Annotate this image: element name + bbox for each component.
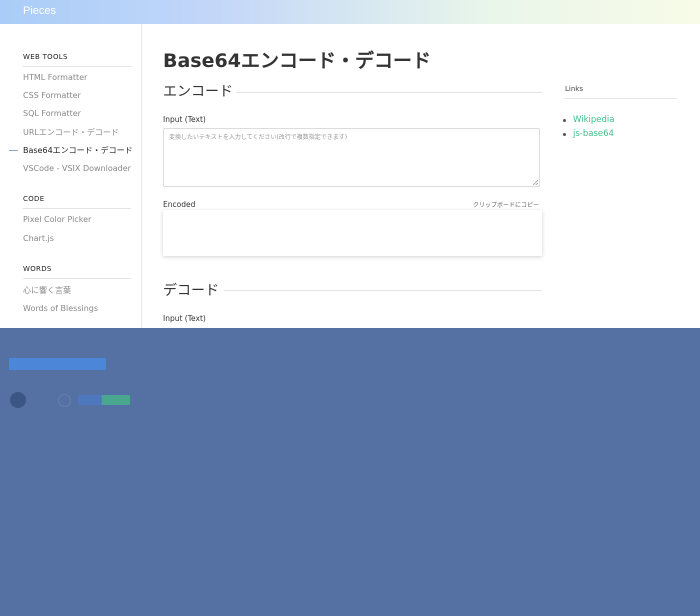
section-divider [236,92,542,93]
sidebar-item-url-encode[interactable]: URLエンコード・デコード [23,127,119,138]
sidebar-item-pixel-color-picker[interactable]: Pixel Color Picker [23,215,91,224]
obscured-avatar [10,392,26,408]
sidebar-item-sql-formatter[interactable]: SQL Formatter [23,109,81,118]
modal-overlay[interactable] [0,328,700,616]
link-wikipedia[interactable]: Wikipedia [563,115,615,125]
sidebar: WEB TOOLS HTML Formatter CSS Formatter S… [0,24,142,328]
link-js-base64-label: js-base64 [573,129,614,139]
active-indicator [9,150,18,151]
encode-heading: エンコード [163,84,233,100]
sidebar-item-vsix-downloader[interactable]: VSCode - VSIX Downloader [23,164,131,173]
links-panel: Links Wikipedia js-base64 [563,85,677,139]
top-bar: Pieces [0,0,700,24]
brand-logo[interactable]: Pieces [23,5,56,17]
sidebar-section-words: WORDS [23,265,52,273]
links-divider [565,98,677,99]
sidebar-item-html-formatter[interactable]: HTML Formatter [23,73,87,82]
page-title: Base64エンコード・デコード [163,50,431,72]
links-title: Links [565,85,583,93]
copy-to-clipboard-link[interactable]: クリップボードにコピー [473,200,539,209]
sidebar-divider [23,208,131,209]
link-wikipedia-label: Wikipedia [573,115,615,125]
main-content: Base64エンコード・デコード エンコード Input (Text) 変換した… [141,24,700,328]
resize-handle-icon[interactable] [533,180,538,185]
link-js-base64[interactable]: js-base64 [563,129,614,139]
obscured-badge [9,358,106,370]
encoded-output-box[interactable] [163,210,542,256]
encode-input-placeholder: 変換したいテキストを入力してください(改行で複数指定できます) [169,134,348,141]
bullet-icon [563,119,566,122]
section-divider [224,290,542,291]
encoded-output-label: Encoded [163,200,196,209]
sidebar-item-words-of-blessings[interactable]: Words of Blessings [23,304,98,313]
sidebar-divider [23,278,131,279]
sidebar-divider [23,66,131,67]
sidebar-item-chartjs[interactable]: Chart.js [23,234,54,243]
obscured-toggle [78,395,130,405]
sidebar-item-base64[interactable]: Base64エンコード・デコード [23,145,133,156]
sidebar-section-code: CODE [23,195,45,203]
sidebar-section-web-tools: WEB TOOLS [23,53,68,61]
encode-input-label: Input (Text) [163,115,206,124]
sidebar-item-kokoro-words[interactable]: 心に響く言葉 [23,285,71,296]
bullet-icon [563,133,566,136]
decode-input-label: Input (Text) [163,314,206,323]
encode-input-textarea[interactable]: 変換したいテキストを入力してください(改行で複数指定できます) [163,128,540,187]
obscured-circle-icon [58,394,71,407]
sidebar-item-css-formatter[interactable]: CSS Formatter [23,91,81,100]
decode-heading: デコード [163,283,219,299]
